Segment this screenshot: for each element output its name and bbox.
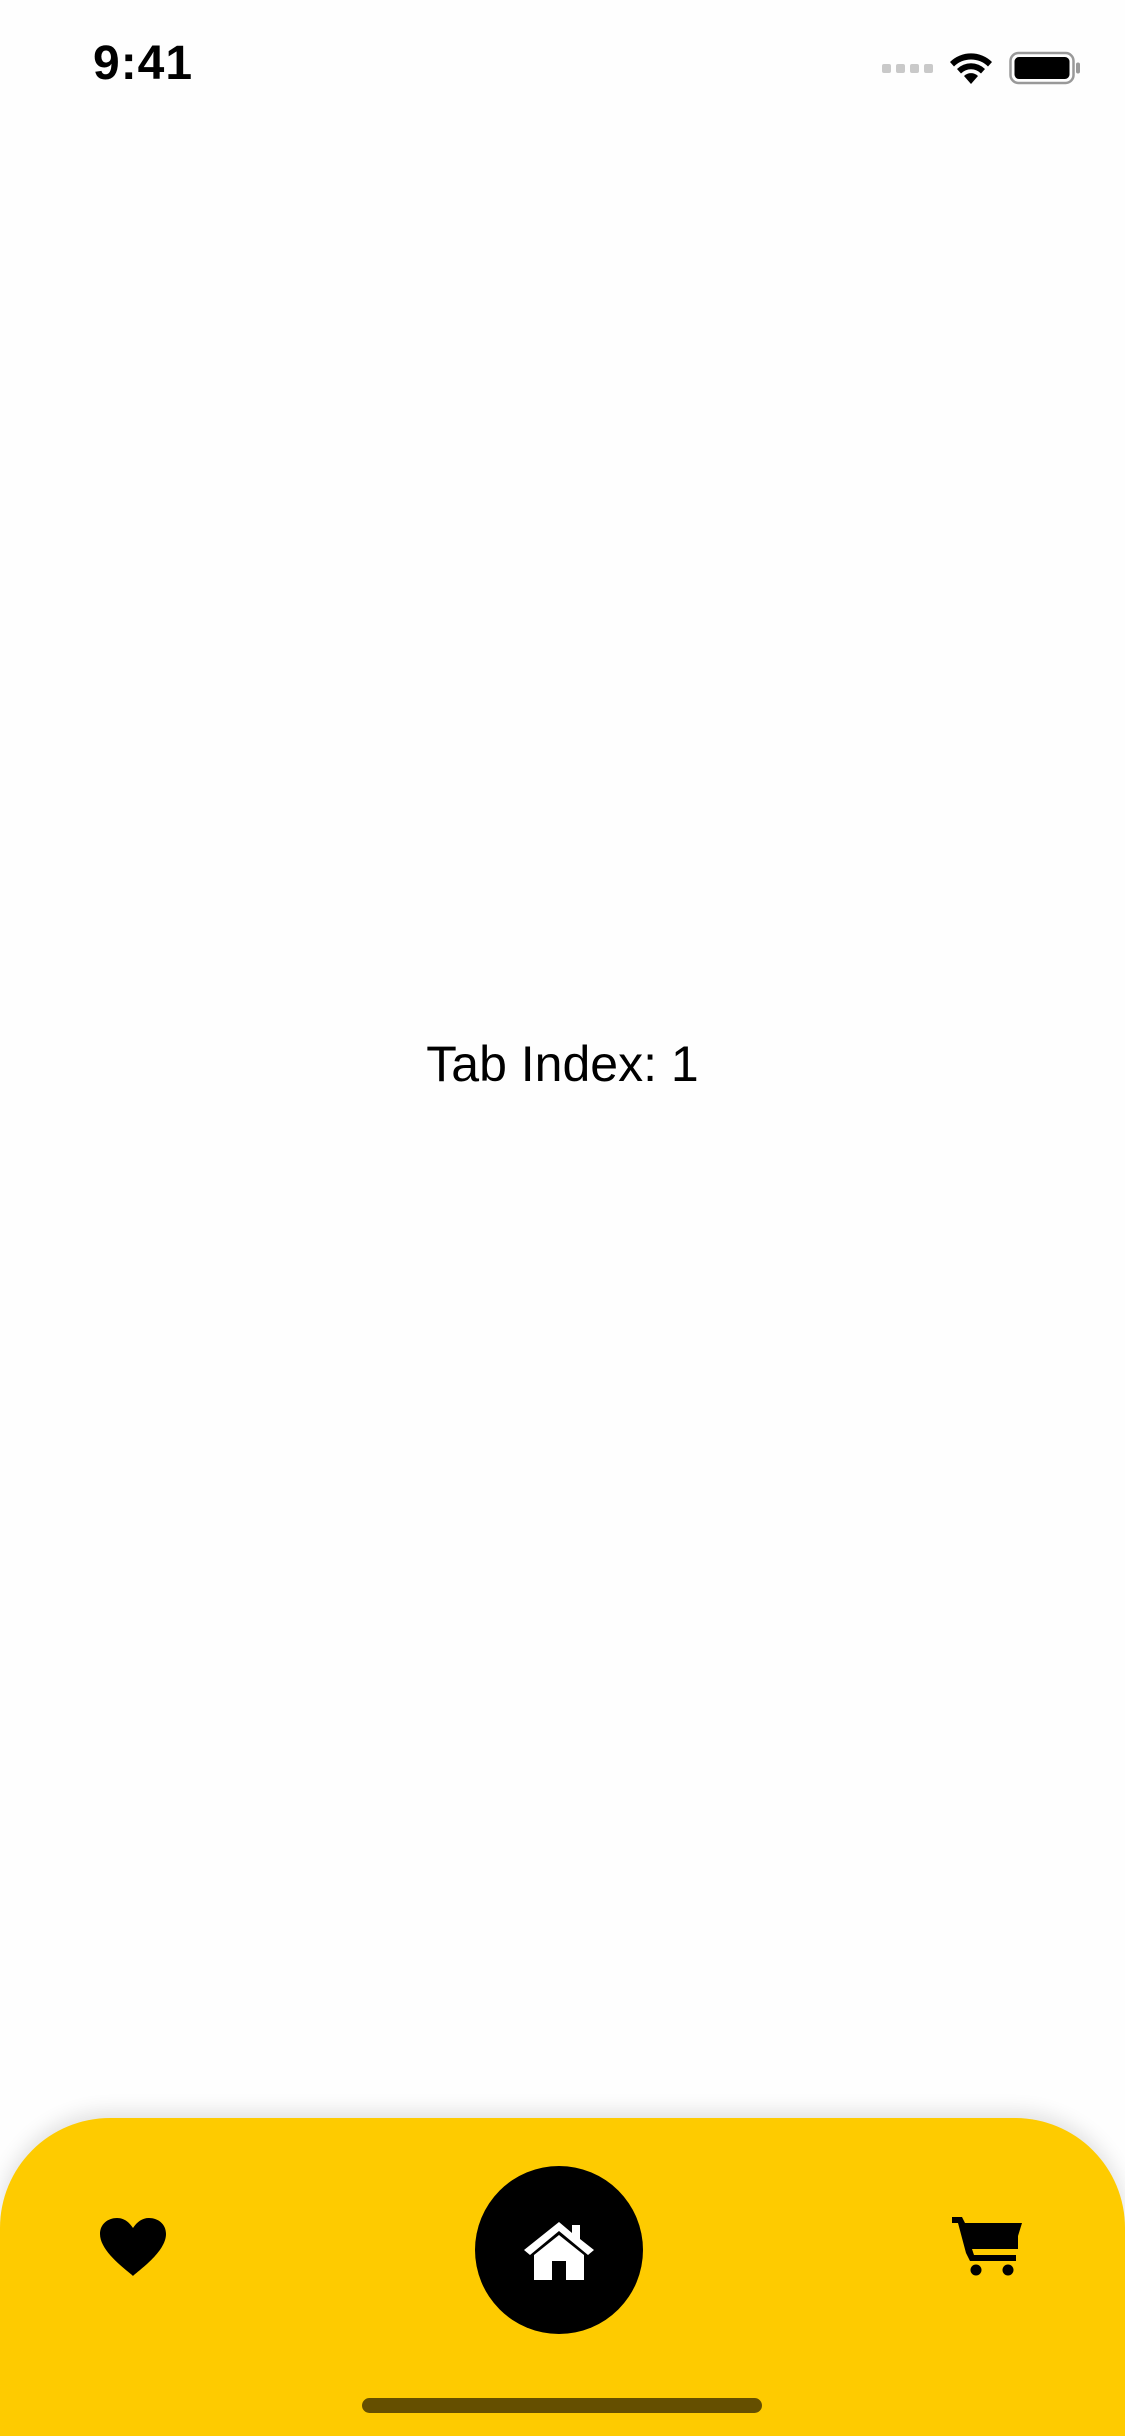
home-icon	[524, 2222, 594, 2280]
home-indicator[interactable]	[362, 2398, 762, 2413]
tab-index-label: Tab Index: 1	[426, 1036, 699, 1092]
status-time: 9:41	[93, 37, 194, 90]
wifi-icon	[950, 53, 992, 84]
cellular-signal-icon	[882, 63, 933, 73]
heart-icon[interactable]	[98, 2216, 168, 2278]
battery-icon	[1009, 51, 1080, 85]
status-icons	[882, 48, 1081, 88]
app-screen: 9:41 Tab Index: 1	[0, 0, 1125, 2436]
home-tab-button[interactable]	[475, 2166, 643, 2334]
tab-bar	[0, 2118, 1125, 2436]
status-bar: 9:41	[0, 0, 1125, 132]
cart-icon[interactable]	[950, 2213, 1024, 2277]
